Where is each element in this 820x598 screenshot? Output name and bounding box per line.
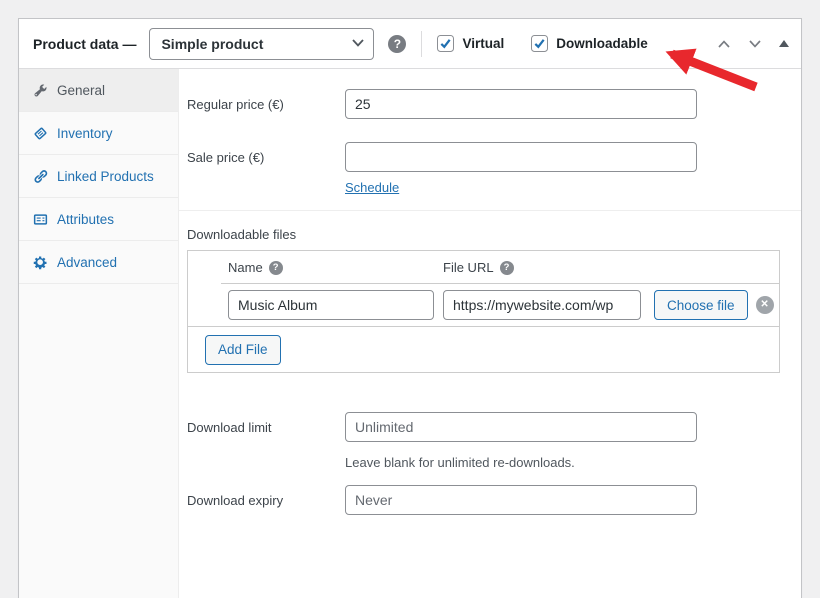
regular-price-row: Regular price (€) (187, 89, 781, 119)
file-name-input[interactable] (228, 290, 434, 320)
product-data-tabs: General Inventory Linked Products Attrib… (19, 69, 179, 598)
tab-attributes[interactable]: Attributes (19, 198, 178, 241)
help-icon[interactable]: ? (388, 34, 407, 53)
choose-file-button[interactable]: Choose file (654, 290, 748, 320)
tab-inventory[interactable]: Inventory (19, 112, 178, 155)
tab-label: Linked Products (57, 168, 154, 184)
tab-label: Attributes (57, 211, 115, 227)
tab-general[interactable]: General (19, 69, 178, 112)
chevron-up-icon (718, 39, 730, 48)
attributes-card-icon (33, 213, 48, 225)
sale-price-row: Sale price (€) (187, 142, 781, 172)
downloadable-checkbox-wrap[interactable]: Downloadable (531, 35, 648, 52)
pricing-section: Regular price (€) Sale price (€) Schedul… (179, 69, 801, 210)
general-tab-panel: Regular price (€) Sale price (€) Schedul… (179, 69, 801, 598)
file-row: Choose file ✕ (188, 284, 779, 327)
toggle-panel-icon[interactable] (779, 40, 789, 47)
file-url-help-icon[interactable]: ? (499, 260, 514, 275)
move-up-button[interactable] (714, 35, 734, 53)
tab-label: Inventory (57, 125, 113, 141)
checkmark-icon (534, 39, 545, 49)
download-limit-label: Download limit (187, 419, 272, 435)
downloadable-files-section: Downloadable files Name ? File URL ? Mus… (179, 210, 801, 515)
tab-advanced[interactable]: Advanced (19, 241, 178, 284)
download-limit-input[interactable] (345, 412, 697, 442)
link-icon (34, 169, 48, 183)
regular-price-input[interactable] (345, 89, 697, 119)
checkmark-icon (441, 39, 452, 49)
product-type-select[interactable]: Simple product (149, 27, 375, 60)
panel-title: Product data — (33, 35, 137, 52)
downloadable-checkbox[interactable] (531, 35, 549, 52)
chevron-down-icon (749, 39, 761, 48)
file-url-input[interactable] (443, 290, 641, 320)
product-type-value: Simple product (161, 35, 264, 52)
download-expiry-row: Download expiry (187, 485, 781, 515)
tab-label: Advanced (57, 254, 118, 270)
virtual-checkbox[interactable] (437, 35, 455, 52)
gear-icon (33, 256, 47, 269)
download-limit-help: Leave blank for unlimited re-downloads. (345, 455, 575, 470)
download-expiry-input[interactable] (345, 485, 697, 515)
schedule-link[interactable]: Schedule (345, 180, 399, 195)
virtual-label: Virtual (462, 36, 505, 51)
downloadable-files-table: Name ? File URL ? Music Album https://my… (187, 250, 780, 373)
header-divider (421, 30, 423, 57)
table-footer-row: Add File (188, 327, 779, 372)
product-data-header: Product data — Simple product ? Virtual (19, 19, 801, 69)
product-data-panel: Product data — Simple product ? Virtual (18, 18, 802, 598)
add-file-button[interactable]: Add File (205, 334, 281, 365)
downloadable-files-label: Downloadable files (187, 227, 297, 242)
tab-linked-products[interactable]: Linked Products (19, 155, 178, 198)
delete-file-icon[interactable]: ✕ (755, 296, 774, 314)
virtual-checkbox-wrap[interactable]: Virtual (437, 35, 504, 52)
download-expiry-label: Download expiry (187, 492, 284, 508)
inventory-icon (34, 127, 47, 139)
chevron-down-icon (352, 38, 365, 47)
name-column-header: Name (228, 260, 263, 275)
sale-price-label: Sale price (€) (187, 149, 265, 165)
regular-price-label: Regular price (€) (187, 96, 284, 112)
download-limit-row: Download limit (187, 412, 781, 442)
downloadable-label: Downloadable (556, 36, 648, 51)
product-data-screen: { "header": { "title": "Product data —",… (0, 0, 820, 598)
tab-label: General (57, 82, 106, 98)
sale-price-input[interactable] (345, 142, 697, 172)
move-down-button[interactable] (745, 35, 765, 53)
product-flags: Virtual Downloadable (437, 35, 674, 52)
wrench-icon (34, 84, 47, 97)
name-help-icon[interactable]: ? (268, 260, 283, 275)
file-url-column-header: File URL (443, 260, 494, 275)
table-header-row: Name ? File URL ? (188, 251, 779, 284)
schedule-row: Schedule (187, 180, 781, 195)
